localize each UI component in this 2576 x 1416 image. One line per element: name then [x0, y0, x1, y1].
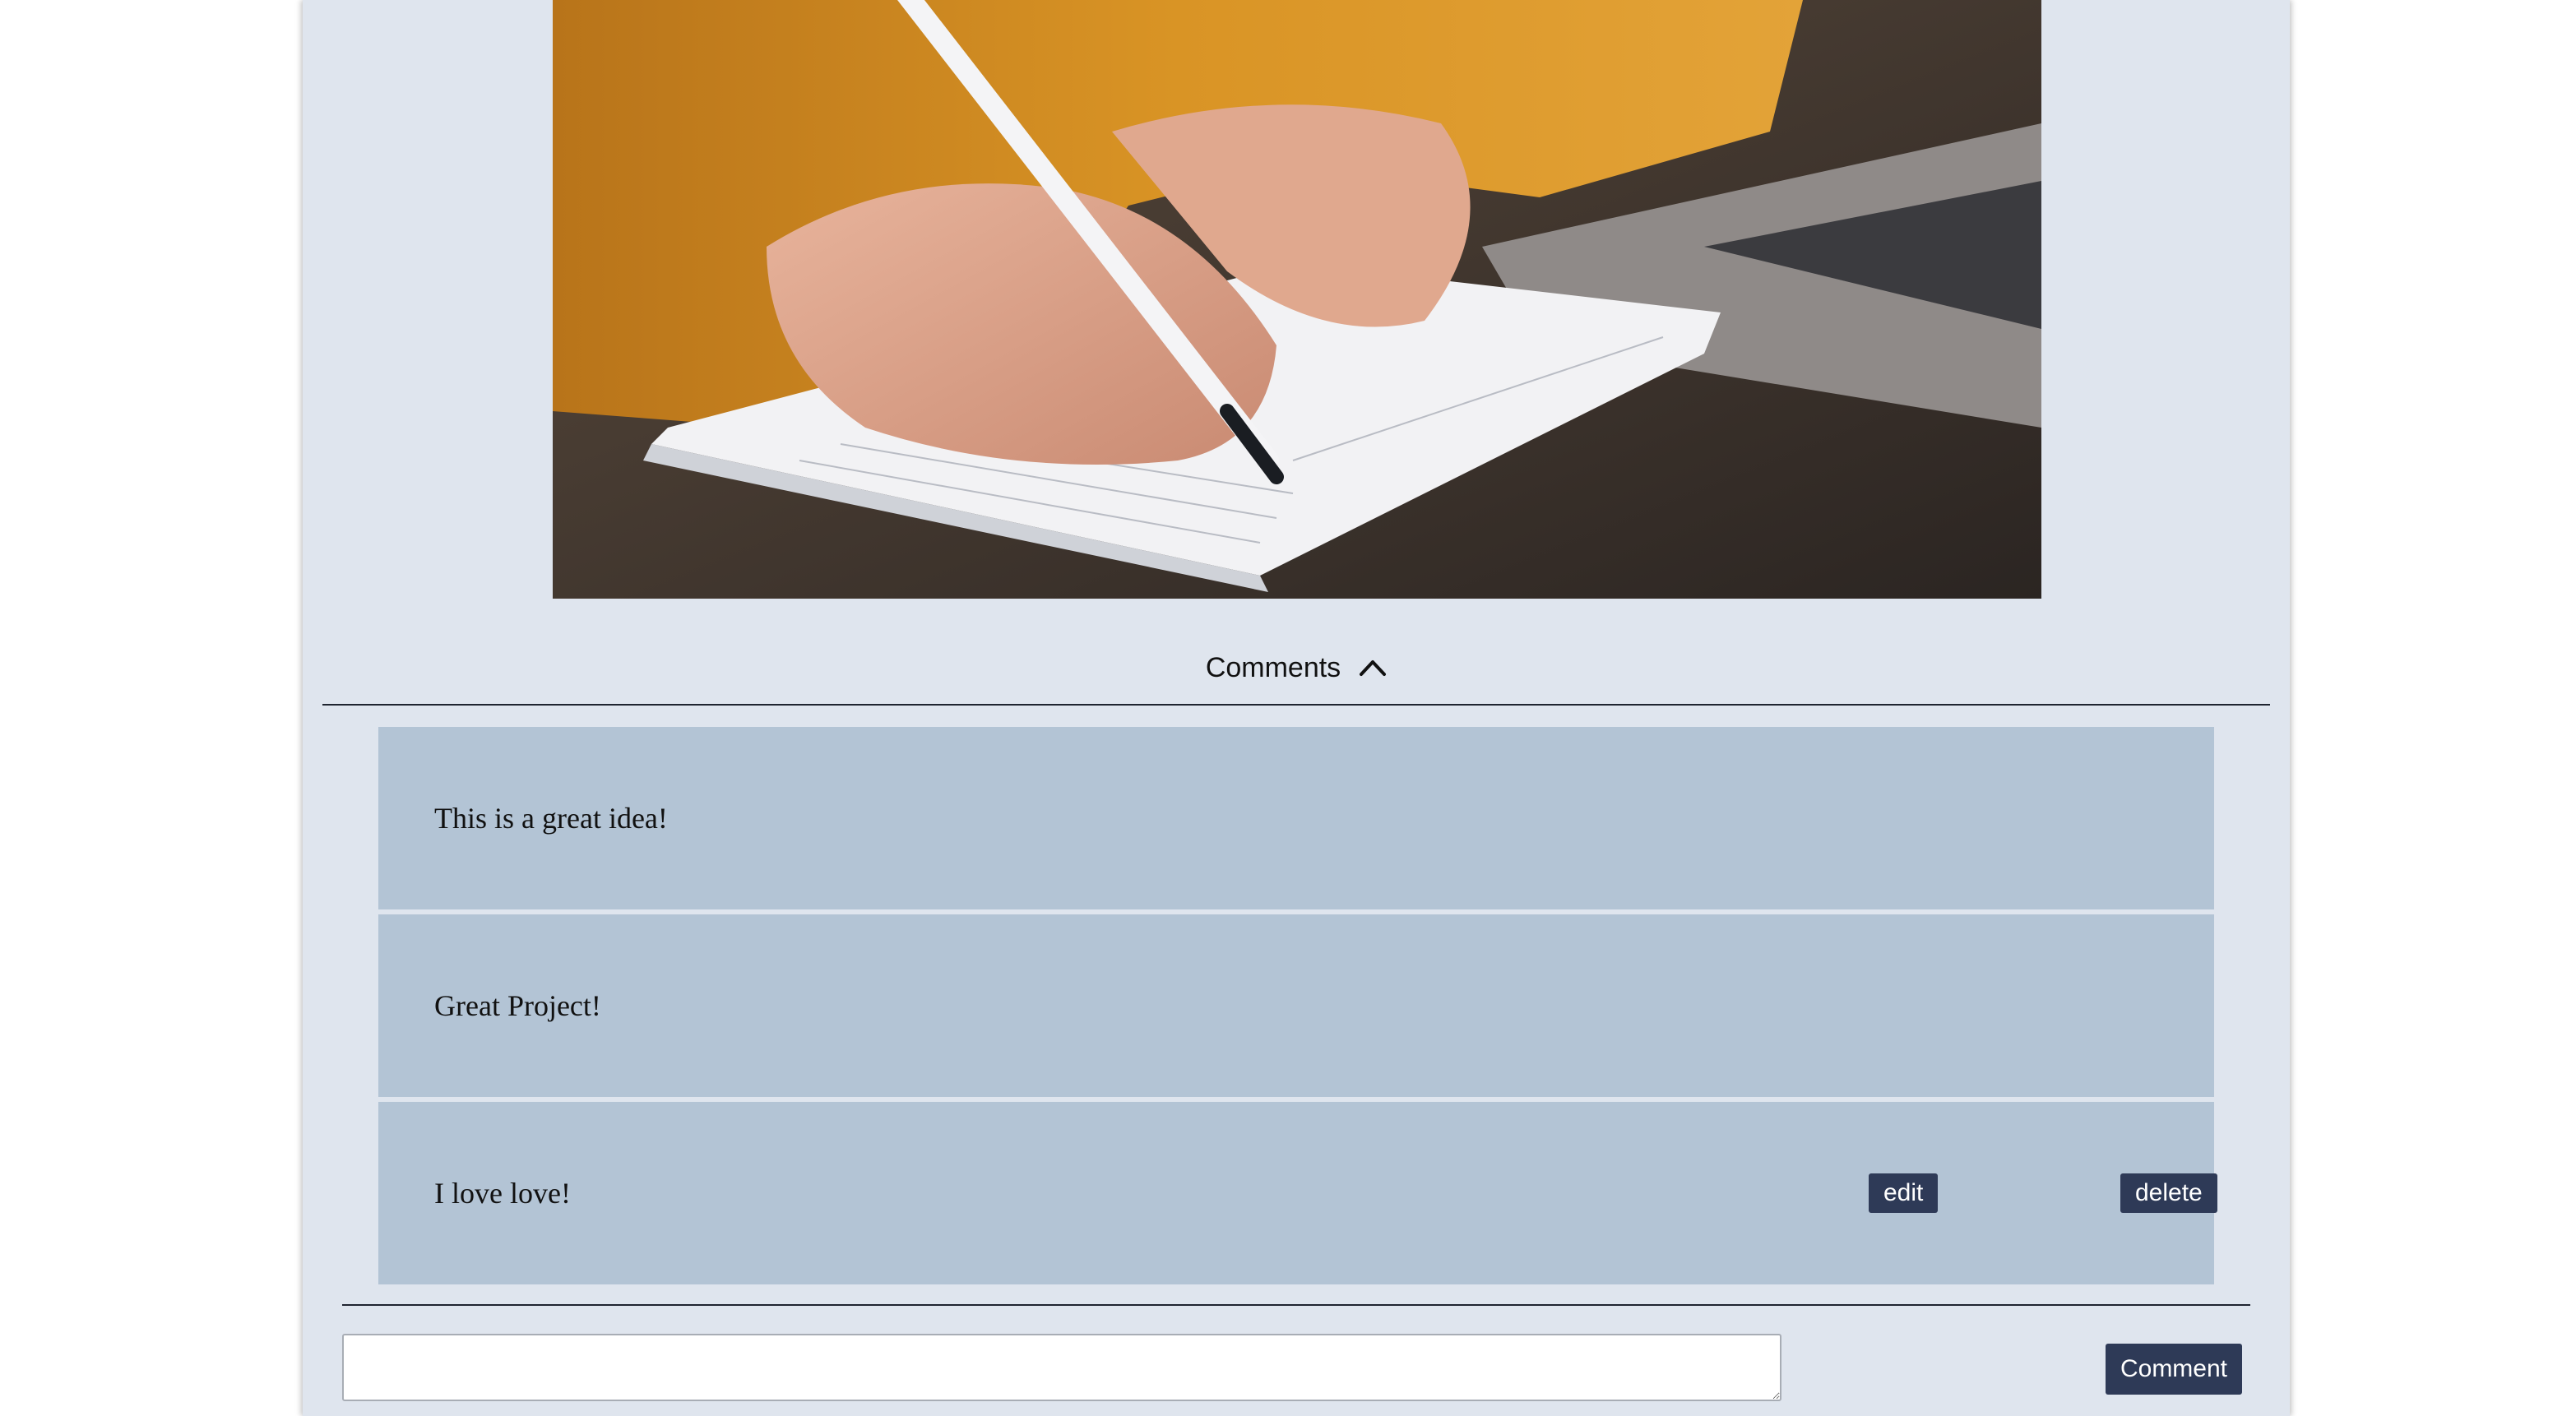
comments-divider-top [322, 704, 2270, 706]
comment-text: Great Project! [434, 989, 601, 1022]
comment-item: Great Project! [378, 914, 2214, 1097]
comments-divider-bottom [342, 1304, 2250, 1306]
post-panel: Comments This is a great idea! Great Pro… [303, 0, 2290, 1416]
comment-item: I love love! edit delete [378, 1102, 2217, 1284]
comments-title: Comments [1205, 651, 1341, 683]
comment-item: This is a great idea! [378, 727, 2214, 909]
edit-button[interactable]: edit [1869, 1173, 1939, 1213]
comment-input[interactable] [342, 1334, 1781, 1401]
comment-submit-button[interactable]: Comment [2106, 1344, 2242, 1395]
chevron-up-icon [1360, 660, 1387, 676]
post-image [553, 0, 2041, 599]
comments-toggle[interactable]: Comments [303, 641, 2290, 694]
comment-text: I love love! [434, 1177, 571, 1210]
delete-button[interactable]: delete [2120, 1173, 2217, 1213]
comment-list: This is a great idea! Great Project! I l… [378, 727, 2217, 1289]
comment-text: This is a great idea! [434, 802, 668, 835]
